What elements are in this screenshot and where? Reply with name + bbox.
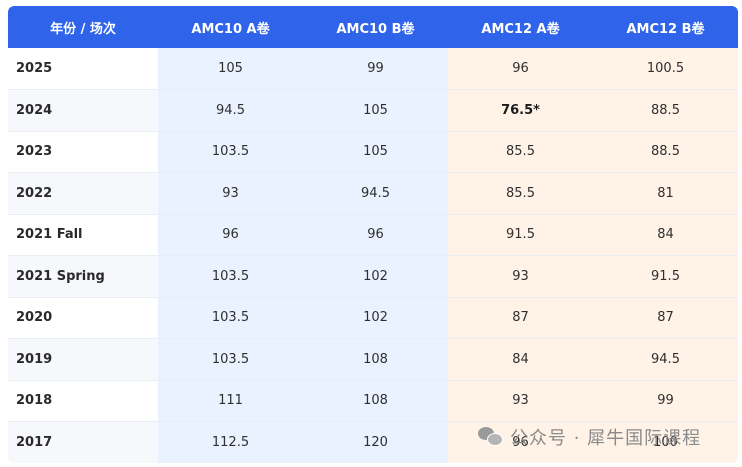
cell-amc12b: 88.5 (593, 131, 738, 173)
table-header-row: 年份 / 场次 AMC10 A卷 AMC10 B卷 AMC12 A卷 AMC12… (8, 6, 738, 48)
cell-amc10a: 96 (158, 214, 303, 256)
cell-amc10b: 108 (303, 380, 448, 422)
table-row: 2020 103.5 102 87 87 (8, 297, 738, 339)
header-year-session: 年份 / 场次 (50, 21, 116, 37)
cell-amc10b: 102 (303, 255, 448, 298)
cutoff-score-table: 年份 / 场次 AMC10 A卷 AMC10 B卷 AMC12 A卷 AMC12… (8, 6, 738, 463)
cell-amc12b: 100 (593, 421, 738, 463)
row-year: 2025 (8, 48, 158, 90)
cell-amc10a: 112.5 (158, 421, 303, 463)
cell-amc12a: 85.5 (448, 131, 593, 173)
cell-amc10b: 94.5 (303, 172, 448, 215)
cell-amc10a: 103.5 (158, 297, 303, 339)
cell-amc12a-highlighted: 76.5* (448, 89, 593, 132)
cell-amc10b: 120 (303, 421, 448, 463)
header-amc10b: AMC10 B卷 (336, 21, 415, 37)
header-amc10a: AMC10 A卷 (191, 21, 270, 37)
cell-amc12b: 84 (593, 214, 738, 256)
row-year: 2024 (8, 89, 158, 132)
cell-amc12a: 96 (448, 421, 593, 463)
cell-amc12a: 93 (448, 255, 593, 298)
cell-amc12b: 94.5 (593, 338, 738, 381)
table-row: 2021 Fall 96 96 91.5 84 (8, 214, 738, 256)
cell-amc10a: 105 (158, 48, 303, 90)
cell-amc12b: 81 (593, 172, 738, 215)
cell-amc10b: 96 (303, 214, 448, 256)
cell-amc12a: 96 (448, 48, 593, 90)
cell-amc12a: 84 (448, 338, 593, 381)
table-row: 2018 111 108 93 99 (8, 380, 738, 422)
table-row: 2019 103.5 108 84 94.5 (8, 338, 738, 381)
table-row: 2025 105 99 96 100.5 (8, 48, 738, 90)
cell-amc10a: 103.5 (158, 131, 303, 173)
header-amc12a: AMC12 A卷 (481, 21, 560, 37)
cell-amc12b: 88.5 (593, 89, 738, 132)
cell-amc10a: 103.5 (158, 338, 303, 381)
cell-amc10b: 105 (303, 89, 448, 132)
score-table-container: 年份 / 场次 AMC10 A卷 AMC10 B卷 AMC12 A卷 AMC12… (8, 6, 738, 463)
row-year: 2023 (8, 131, 158, 173)
row-year: 2019 (8, 338, 158, 381)
cell-amc10b: 99 (303, 48, 448, 90)
cell-amc10a: 111 (158, 380, 303, 422)
row-year: 2020 (8, 297, 158, 339)
cell-amc12b: 99 (593, 380, 738, 422)
cell-amc10b: 105 (303, 131, 448, 173)
cell-amc10a: 94.5 (158, 89, 303, 132)
cell-amc12a: 85.5 (448, 172, 593, 215)
cell-amc10b: 102 (303, 297, 448, 339)
cell-amc12b: 91.5 (593, 255, 738, 298)
row-year: 2018 (8, 380, 158, 422)
row-year: 2017 (8, 421, 158, 463)
cell-amc10b: 108 (303, 338, 448, 381)
cell-amc10a: 93 (158, 172, 303, 215)
table-row: 2022 93 94.5 85.5 81 (8, 172, 738, 215)
table-row: 2024 94.5 105 76.5* 88.5 (8, 89, 738, 132)
cell-amc12a: 93 (448, 380, 593, 422)
table-row: 2017 112.5 120 96 100 (8, 421, 738, 463)
row-year: 2021 Fall (8, 214, 158, 256)
table-row: 2023 103.5 105 85.5 88.5 (8, 131, 738, 173)
cell-amc12a: 91.5 (448, 214, 593, 256)
header-amc12b: AMC12 B卷 (626, 21, 705, 37)
row-year: 2022 (8, 172, 158, 215)
table-row: 2021 Spring 103.5 102 93 91.5 (8, 255, 738, 298)
cell-amc10a: 103.5 (158, 255, 303, 298)
cell-amc12a: 87 (448, 297, 593, 339)
row-year: 2021 Spring (8, 255, 158, 298)
cell-amc12b: 100.5 (593, 48, 738, 90)
cell-amc12b: 87 (593, 297, 738, 339)
